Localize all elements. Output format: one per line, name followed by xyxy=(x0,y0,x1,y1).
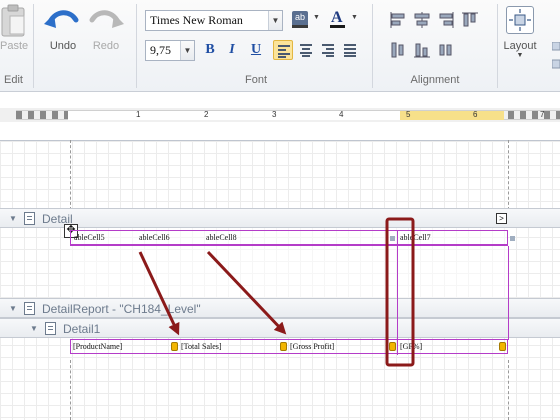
justify-button[interactable] xyxy=(340,40,360,60)
table-cell[interactable]: ableCell7 xyxy=(400,232,464,244)
font-size-combo[interactable]: 9,75 ▼ xyxy=(145,40,195,61)
align-center-button[interactable] xyxy=(296,40,316,60)
font-group-label: Font xyxy=(244,74,267,86)
highlight-color-button[interactable]: ab ▼ xyxy=(292,11,322,31)
band-header-detail[interactable]: ▼ Detail > xyxy=(0,208,560,228)
font-size-value: 9,75 xyxy=(150,43,171,57)
right-margin-line xyxy=(508,360,509,420)
band-header-detail1[interactable]: ▼ Detail1 xyxy=(0,318,560,338)
undo-icon xyxy=(44,10,79,28)
align-middles-button[interactable] xyxy=(388,40,408,60)
redo-icon xyxy=(89,10,124,28)
underline-button[interactable]: U xyxy=(246,40,266,60)
ruler-number: 1 xyxy=(136,110,141,119)
expression-icon xyxy=(389,342,396,351)
left-margin-line xyxy=(70,360,71,420)
align-rights-icon xyxy=(439,12,454,28)
paste-button[interactable]: Paste xyxy=(0,4,28,60)
table-cell[interactable]: [Gross Profit] xyxy=(290,341,386,353)
table-cell[interactable]: ableCell6 xyxy=(139,232,203,244)
layout-button[interactable]: Layout ▼ xyxy=(500,6,540,66)
bold-button[interactable]: B xyxy=(200,40,220,60)
collapse-triangle-icon[interactable]: ▼ xyxy=(9,214,17,223)
italic-button[interactable]: I xyxy=(222,40,242,60)
right-margin-line xyxy=(508,140,509,210)
detail1-table[interactable]: [ProductName] [Total Sales] [Gross Profi… xyxy=(70,339,508,354)
chevron-down-icon[interactable]: ▼ xyxy=(180,41,194,60)
font-color-button[interactable]: A ▼ xyxy=(330,9,360,30)
redo-button[interactable]: Redo xyxy=(86,6,126,56)
align-centers-icon xyxy=(414,12,430,28)
table-cell[interactable]: [Total Sales] xyxy=(181,341,277,353)
layout-icon xyxy=(509,9,531,31)
alignment-group-label: Alignment xyxy=(410,74,460,86)
band-label: DetailReport - "CH184_Level" xyxy=(42,302,201,316)
align-bottoms-icon xyxy=(414,43,430,58)
chevron-down-icon: ▼ xyxy=(313,14,320,21)
align-middles-icon xyxy=(391,42,404,58)
band-header-detail-report[interactable]: ▼ DetailReport - "CH184_Level" xyxy=(0,298,560,318)
align-lefts-button[interactable] xyxy=(388,10,408,30)
left-margin-line xyxy=(70,140,71,210)
align-left-icon xyxy=(274,41,294,61)
ruler-number: 7 xyxy=(540,110,545,119)
selection-guide-line xyxy=(397,230,398,355)
align-center-icon xyxy=(296,40,316,60)
clipboard-icon xyxy=(1,4,25,37)
table-cell[interactable]: ableCell5 xyxy=(74,232,138,244)
table-cell[interactable]: ableCell8 xyxy=(206,232,270,244)
band-icon xyxy=(24,302,35,315)
ribbon: Paste Undo Redo Edit Times New Roman ▼ a… xyxy=(0,0,560,92)
justify-icon xyxy=(340,40,360,60)
table-cell[interactable]: [ProductName] xyxy=(73,341,169,353)
expression-icon xyxy=(280,342,287,351)
align-left-button[interactable] xyxy=(273,40,293,60)
chevron-down-icon: ▼ xyxy=(516,52,524,59)
font-name-combo[interactable]: Times New Roman ▼ xyxy=(145,10,283,31)
font-name-value: Times New Roman xyxy=(150,13,243,27)
collapse-triangle-icon[interactable]: ▼ xyxy=(9,304,17,313)
align-lefts-icon xyxy=(390,12,405,28)
expression-icon xyxy=(499,342,506,351)
ruler-number: 2 xyxy=(204,110,209,119)
align-centers-button[interactable] xyxy=(412,10,432,30)
selection-handle[interactable] xyxy=(510,236,515,241)
ribbon-overflow-icon[interactable] xyxy=(551,41,560,72)
align-bottoms-button[interactable] xyxy=(412,40,432,60)
selection-handle[interactable] xyxy=(390,236,395,241)
edit-group-label: Edit xyxy=(4,74,23,86)
undo-label: Undo xyxy=(49,40,77,52)
ruler-number: 4 xyxy=(339,110,344,119)
align-to-grid-icon xyxy=(439,44,452,56)
ruler-number: 3 xyxy=(272,110,277,119)
band-icon xyxy=(24,212,35,225)
align-tops-button[interactable] xyxy=(460,10,480,30)
ruler-highlight xyxy=(400,111,504,120)
ruler-number: 5 xyxy=(406,110,411,119)
undo-button[interactable]: Undo xyxy=(42,6,84,56)
align-right-button[interactable] xyxy=(318,40,338,60)
align-to-grid-button[interactable] xyxy=(436,40,456,60)
chevron-down-icon: ▼ xyxy=(351,14,358,21)
table-cell[interactable]: [GP%] xyxy=(400,341,490,353)
expression-icon xyxy=(171,342,178,351)
band-smart-tag-icon[interactable]: > xyxy=(496,213,507,224)
selection-guide-line xyxy=(508,246,509,340)
detail-table[interactable]: ableCell5 ableCell6 ableCell8 ableCell7 xyxy=(70,230,508,246)
ruler-number: 6 xyxy=(473,110,478,119)
layout-label: Layout xyxy=(503,40,537,52)
align-right-icon xyxy=(318,40,338,60)
redo-label: Redo xyxy=(92,40,120,52)
align-tops-icon xyxy=(462,12,478,27)
chevron-down-icon[interactable]: ▼ xyxy=(268,11,282,30)
paste-label: Paste xyxy=(0,40,29,52)
band-label: Detail1 xyxy=(63,322,101,336)
collapse-triangle-icon[interactable]: ▼ xyxy=(30,324,38,333)
align-rights-button[interactable] xyxy=(436,10,456,30)
band-icon xyxy=(45,322,56,335)
